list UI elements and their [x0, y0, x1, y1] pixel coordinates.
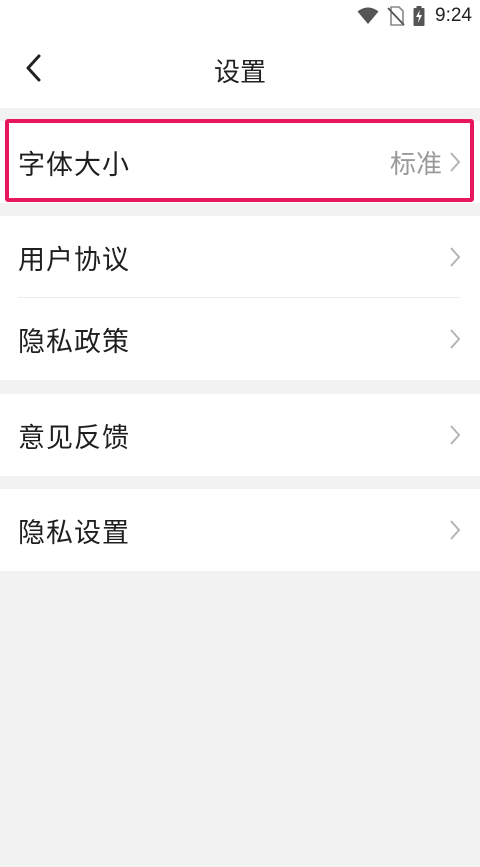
- nav-bar: 设置: [0, 32, 480, 108]
- status-icons: 9:24: [357, 4, 472, 28]
- chevron-left-icon: [24, 54, 44, 86]
- font-size-value: 标准: [389, 149, 442, 180]
- back-button[interactable]: [14, 48, 54, 92]
- user-agreement-label: 用户协议: [18, 244, 130, 276]
- battery-charging-icon: [413, 6, 425, 26]
- chevron-right-icon: [448, 151, 462, 173]
- settings-group-legal: 用户协议 隐私政策: [0, 216, 480, 380]
- chevron-right-icon: [448, 424, 462, 446]
- feedback-item[interactable]: 意见反馈: [0, 394, 480, 476]
- page-title: 设置: [213, 57, 266, 88]
- settings-group-display: 字体大小 标准: [0, 121, 480, 203]
- user-agreement-item[interactable]: 用户协议: [0, 216, 480, 298]
- no-sim-icon: [387, 6, 405, 26]
- privacy-policy-label: 隐私政策: [18, 326, 130, 358]
- settings-group-feedback: 意见反馈: [0, 394, 480, 476]
- font-size-item[interactable]: 字体大小 标准: [0, 121, 480, 203]
- chevron-right-icon: [448, 328, 462, 350]
- settings-group-privacy: 隐私设置: [0, 489, 480, 571]
- status-time: 9:24: [435, 5, 472, 26]
- wifi-icon: [357, 7, 379, 25]
- privacy-settings-label: 隐私设置: [18, 517, 130, 549]
- privacy-settings-item[interactable]: 隐私设置: [0, 489, 480, 571]
- font-size-label: 字体大小: [18, 149, 130, 181]
- status-bar: 9:24: [0, 0, 480, 32]
- chevron-right-icon: [448, 246, 462, 268]
- privacy-policy-item[interactable]: 隐私政策: [0, 298, 480, 380]
- feedback-label: 意见反馈: [18, 422, 130, 454]
- chevron-right-icon: [448, 519, 462, 541]
